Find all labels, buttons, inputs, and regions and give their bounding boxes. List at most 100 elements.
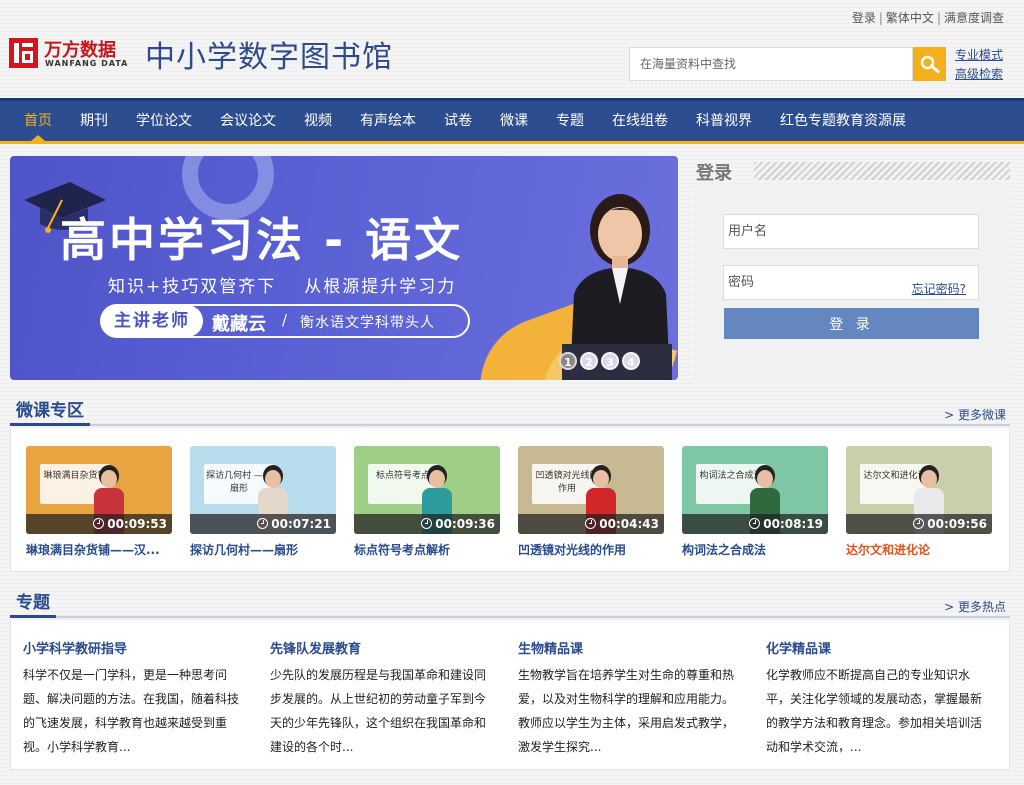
clock-icon (93, 518, 105, 529)
video-title[interactable]: 探访几何村——扇形 (190, 541, 336, 558)
top-links: 登录 | 繁体中文 | 满意度调查 (851, 11, 1004, 25)
topic-title[interactable]: 小学科学教研指导 (23, 638, 249, 657)
micro-section-header: 微课专区 > 更多微课 (10, 398, 1010, 426)
nav-conference-papers[interactable]: 会议论文 (206, 101, 290, 141)
topics-section-header: 专题 > 更多热点 (10, 590, 1010, 618)
nav-home[interactable]: 首页 (10, 101, 66, 141)
banner-subtitle-1: 知识+技巧双管齐下 (108, 277, 277, 297)
clock-icon (749, 518, 761, 529)
nav-micro-lessons[interactable]: 微课 (486, 101, 542, 141)
header: 登录 | 繁体中文 | 满意度调查 万方数据 WANFANG DATA 中小学数字图书馆… (0, 0, 1024, 98)
username-input[interactable] (724, 215, 978, 248)
search-input[interactable] (630, 48, 912, 80)
login-link[interactable]: 登录 (852, 11, 876, 25)
topics-section-title: 专题 (10, 590, 56, 618)
video-duration: 00:04:43 (518, 514, 664, 534)
video-thumbnail[interactable]: 琳琅满目杂货铺 00:09:53 (26, 446, 172, 534)
video-thumbnail[interactable]: 探访几何村 ——扇形 00:07:21 (190, 446, 336, 534)
video-title[interactable]: 凹透镜对光线的作用 (518, 541, 664, 558)
more-topics-link[interactable]: > 更多热点 (944, 598, 1006, 615)
carousel-dot-2[interactable]: 2 (580, 352, 598, 370)
teacher-separator: / (282, 311, 288, 329)
carousel-dot-3[interactable]: 3 (601, 352, 619, 370)
banner-subtitle-2: 从根源提升学习力 (304, 277, 457, 297)
professional-mode-link[interactable]: 专业模式 (955, 46, 1003, 65)
clock-icon (913, 518, 925, 529)
video-title[interactable]: 达尔文和进化论 (846, 541, 992, 558)
clock-icon (257, 518, 269, 529)
search-modes: 专业模式 高级检索 (955, 46, 1003, 84)
topic-summary: 化学教师应不断提高自己的专业知识水平，关注化学领域的发展动态，掌握最新的教学方法… (766, 668, 983, 754)
teacher-name: 戴藏云 (212, 314, 266, 335)
video-card[interactable]: 探访几何村 ——扇形 00:07:21 探访几何村——扇形 (190, 446, 336, 558)
video-duration: 00:09:56 (846, 514, 992, 534)
topic-title[interactable]: 先锋队发展教育 (270, 638, 496, 657)
nav-topics[interactable]: 专题 (542, 101, 598, 141)
banner-carousel[interactable]: 高中学习法 - 语文 知识+技巧双管齐下 从根源提升学习力 主讲老师 戴藏云 / … (10, 156, 678, 380)
clock-icon (421, 518, 433, 529)
more-micro-link[interactable]: > 更多微课 (944, 406, 1006, 423)
login-panel: 登录 忘记密码? 登 录 (694, 156, 1010, 380)
banner-title: 高中学习法 - 语文 (60, 213, 464, 267)
video-thumbnail[interactable]: 凹透镜对光线的作用 00:04:43 (518, 446, 664, 534)
nav-audio-picture-books[interactable]: 有声绘本 (346, 101, 430, 141)
carousel-dots: 1 2 3 4 (559, 352, 640, 370)
video-thumbnail[interactable]: 构词法之合成法 00:08:19 (682, 446, 828, 534)
login-button[interactable]: 登 录 (724, 308, 979, 339)
topic-item: 小学科学教研指导科学不仅是一门学科，更是一种思考问题、解决问题的方法。在我国，随… (23, 638, 249, 759)
topic-summary: 科学不仅是一门学科，更是一种思考问题、解决问题的方法。在我国，随着科技的飞速发展… (23, 668, 240, 754)
nav-red-education[interactable]: 红色专题教育资源展 (766, 101, 920, 141)
video-thumbnail[interactable]: 达尔文和进化论 00:09:56 (846, 446, 992, 534)
topic-item: 化学精品课化学教师应不断提高自己的专业知识水平，关注化学领域的发展动态，掌握最新… (766, 638, 992, 759)
video-duration: 00:08:19 (682, 514, 828, 534)
main-nav: 首页 期刊 学位论文 会议论文 视频 有声绘本 试卷 微课 专题 在线组卷 科普… (0, 98, 1024, 144)
topic-item: 生物精品课生物教学旨在培养学生对生命的尊重和热爱，以及对生物科学的理解和应用能力… (518, 638, 744, 759)
teacher-pill: 主讲老师 戴藏云 / 衡水语文学科带头人 (100, 304, 470, 338)
video-card[interactable]: 标点符号考点 00:09:36 标点符号考点解析 (354, 446, 500, 558)
banner-subtitle: 知识+技巧双管齐下 从根源提升学习力 (108, 272, 456, 297)
carousel-dot-1[interactable]: 1 (559, 352, 577, 370)
video-duration: 00:07:21 (190, 514, 336, 534)
video-duration: 00:09:53 (26, 514, 172, 534)
video-card[interactable]: 凹透镜对光线的作用 00:04:43 凹透镜对光线的作用 (518, 446, 664, 558)
search-button[interactable] (913, 47, 946, 81)
forgot-password-link[interactable]: 忘记密码? (912, 280, 966, 297)
clock-icon (585, 518, 597, 529)
advanced-search-link[interactable]: 高级检索 (955, 65, 1003, 84)
logo-text-en: WANFANG DATA (45, 59, 129, 68)
search-icon (920, 55, 940, 73)
topic-title[interactable]: 生物精品课 (518, 638, 744, 657)
nav-science-vision[interactable]: 科普视界 (682, 101, 766, 141)
nav-videos[interactable]: 视频 (290, 101, 346, 141)
topic-item: 先锋队发展教育少先队的发展历程是与我国革命和建设同步发展的。从上世纪初的劳动童子… (270, 638, 496, 759)
video-card[interactable]: 达尔文和进化论 00:09:56 达尔文和进化论 (846, 446, 992, 558)
teacher-role: 衡水语文学科带头人 (300, 315, 435, 331)
topic-summary: 生物教学旨在培养学生对生命的尊重和热爱，以及对生物科学的理解和应用能力。教师应以… (518, 668, 735, 754)
password-field-wrapper: 忘记密码? (723, 265, 979, 300)
site-title: 中小学数字图书馆 (145, 40, 393, 75)
presenter-photo (562, 194, 672, 380)
topic-list: 小学科学教研指导科学不仅是一门学科，更是一种思考问题、解决问题的方法。在我国，随… (10, 620, 1010, 770)
login-title: 登录 (696, 163, 732, 184)
video-card[interactable]: 构词法之合成法 00:08:19 构词法之合成法 (682, 446, 828, 558)
video-thumbnail[interactable]: 标点符号考点 00:09:36 (354, 446, 500, 534)
micro-section-title: 微课专区 (10, 398, 90, 426)
traditional-chinese-link[interactable]: 繁体中文 (886, 11, 934, 25)
video-title[interactable]: 标点符号考点解析 (354, 541, 500, 558)
nav-dissertations[interactable]: 学位论文 (122, 101, 206, 141)
survey-link[interactable]: 满意度调查 (944, 11, 1004, 25)
topic-summary: 少先队的发展历程是与我国革命和建设同步发展的。从上世纪初的劳动童子军到今天的少年… (270, 668, 487, 754)
video-title[interactable]: 构词法之合成法 (682, 541, 828, 558)
nav-journals[interactable]: 期刊 (66, 101, 122, 141)
wanfang-logo[interactable]: 万方数据 WANFANG DATA (9, 38, 137, 70)
nav-exam-papers[interactable]: 试卷 (430, 101, 486, 141)
video-card[interactable]: 琳琅满目杂货铺 00:09:53 琳琅满目杂货铺——汉... (26, 446, 172, 558)
video-duration: 00:09:36 (354, 514, 500, 534)
carousel-dot-4[interactable]: 4 (622, 352, 640, 370)
teacher-label: 主讲老师 (101, 305, 203, 337)
topic-title[interactable]: 化学精品课 (766, 638, 992, 657)
video-title[interactable]: 琳琅满目杂货铺——汉... (26, 541, 172, 558)
username-field-wrapper (723, 214, 979, 249)
nav-online-test[interactable]: 在线组卷 (598, 101, 682, 141)
micro-video-list: 琳琅满目杂货铺 00:09:53 琳琅满目杂货铺——汉... 探访几何村 ——扇形 00… (10, 428, 1010, 572)
